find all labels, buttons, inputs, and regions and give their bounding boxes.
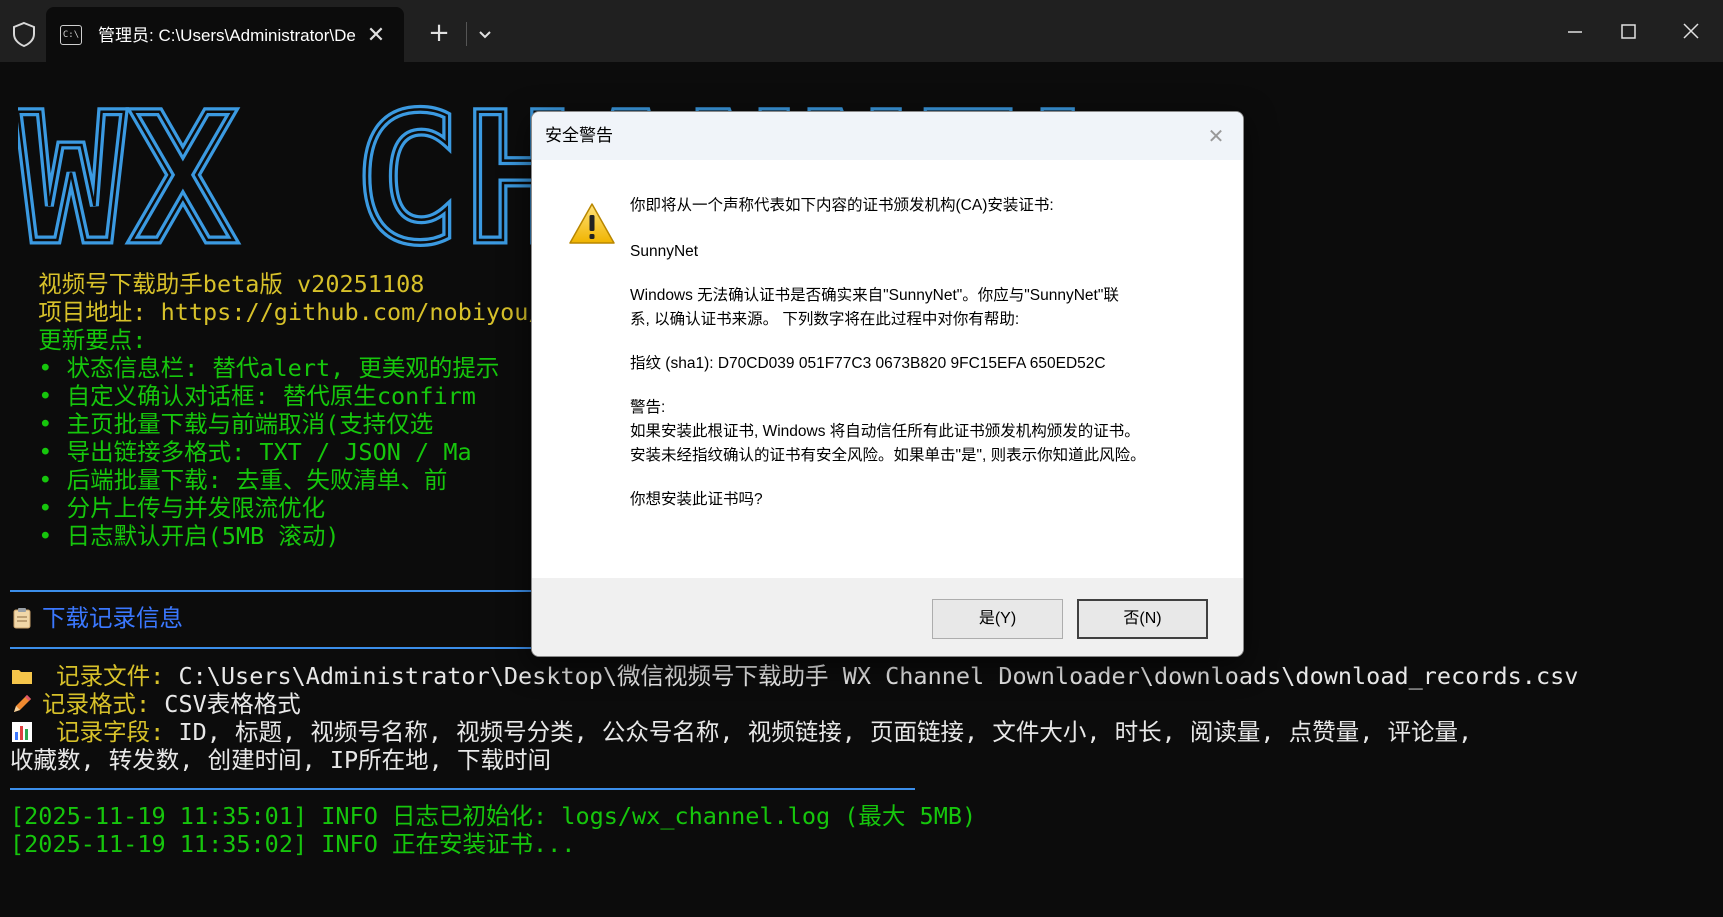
divider <box>10 788 915 790</box>
log-line: [2025-11-19 11:35:01] INFO 日志已初始化: logs/… <box>10 802 977 830</box>
update-item: • 后端批量下载: 去重、失败清单、前 <box>10 466 448 494</box>
record-file-path: C:\Users\Administrator\Desktop\微信视频号下载助手… <box>178 662 1579 690</box>
security-warning-dialog: 安全警告 ✕ 你即将从一个声称代表如下内容的证书颁发机构(CA)安装证书: Su… <box>531 111 1244 657</box>
warning-icon <box>569 203 615 244</box>
record-format-line: 记录格式: CSV表格格式 <box>10 690 301 718</box>
no-button[interactable]: 否(N) <box>1077 599 1208 639</box>
certificate-issuer: SunnyNet <box>630 243 699 260</box>
yes-button[interactable]: 是(Y) <box>932 599 1063 639</box>
dialog-footer: 是(Y) 否(N) <box>532 578 1243 656</box>
minimize-button[interactable] <box>1551 12 1597 52</box>
folder-icon <box>12 670 32 684</box>
maximize-button[interactable] <box>1605 12 1651 52</box>
tab-divider <box>466 22 467 46</box>
update-item: • 状态信息栏: 替代alert, 更美观的提示 <box>10 354 500 382</box>
update-item: • 分片上传与并发限流优化 <box>10 494 326 522</box>
dialog-title: 安全警告 <box>545 126 613 145</box>
record-file-label: 记录文件: <box>42 662 179 690</box>
verify-text-2: 系, 以确认证书来源。 下列数字将在此过程中对你有帮助: <box>630 311 1020 328</box>
records-heading-text: 下载记录信息 <box>42 604 183 632</box>
chevron-down-icon[interactable] <box>470 20 500 50</box>
verify-text-1: Windows 无法确认证书是否确实来自"SunnyNet"。你应与"Sunny… <box>630 287 1119 304</box>
update-heading: 更新要点: <box>10 326 147 354</box>
close-icon[interactable]: ✕ <box>362 22 390 50</box>
record-file-line: 记录文件: C:\Users\Administrator\Desktop\微信视… <box>10 662 1578 690</box>
log-line: [2025-11-19 11:35:02] INFO 正在安装证书... <box>10 830 576 858</box>
record-format-value: CSV表格格式 <box>164 690 301 718</box>
install-question: 你想安装此证书吗? <box>630 491 763 508</box>
clipboard-icon <box>13 608 31 629</box>
update-item: • 主页批量下载与前端取消(支持仅选 <box>10 410 434 438</box>
dialog-title-bar: 安全警告 ✕ <box>532 112 1243 160</box>
shield-icon <box>13 21 35 48</box>
records-heading: 下载记录信息 <box>10 604 183 632</box>
terminal-icon: C:\ <box>60 25 82 45</box>
dialog-body: 你即将从一个声称代表如下内容的证书颁发机构(CA)安装证书: SunnyNet … <box>532 160 1243 578</box>
pencil-icon <box>14 695 31 712</box>
update-item: • 导出链接多格式: TXT / JSON / Ma <box>10 438 472 466</box>
warning-text-2: 安装未经指纹确认的证书有安全风险。如果单击"是", 则表示你知道此风险。 <box>630 447 1146 464</box>
bar-chart-icon <box>12 722 32 742</box>
title-bar: C:\ 管理员: C:\Users\Administrator\Desktop\… <box>0 0 1723 62</box>
dialog-intro: 你即将从一个声称代表如下内容的证书颁发机构(CA)安装证书: <box>630 197 1054 214</box>
warning-text-1: 如果安装此根证书, Windows 将自动信任所有此证书颁发机构颁发的证书。 <box>630 423 1140 440</box>
record-fields-label: 记录字段: <box>42 718 179 746</box>
new-tab-button[interactable]: + <box>424 18 454 48</box>
record-fields-value: ID, 标题, 视频号名称, 视频号分类, 公众号名称, 视频链接, 页面链接,… <box>178 718 1473 746</box>
close-window-button[interactable] <box>1668 12 1714 52</box>
close-icon[interactable]: ✕ <box>1202 122 1230 150</box>
update-item: • 自定义确认对话框: 替代原生confirm <box>10 382 476 410</box>
update-item: • 日志默认开启(5MB 滚动) <box>10 522 340 550</box>
certificate-fingerprint: 指纹 (sha1): D70CD039 051F77C3 0673B820 9F… <box>630 355 1106 372</box>
record-fields-line: 记录字段: ID, 标题, 视频号名称, 视频号分类, 公众号名称, 视频链接,… <box>10 718 1472 746</box>
record-fields-continued: 收藏数, 转发数, 创建时间, IP所在地, 下载时间 <box>10 746 551 774</box>
app-version: 视频号下载助手beta版 v20251108 <box>10 270 425 298</box>
warning-label: 警告: <box>630 399 666 416</box>
record-format-label: 记录格式: <box>42 690 165 718</box>
tab-title: 管理员: C:\Users\Administrator\Desktop\微信视频… <box>98 26 356 45</box>
terminal-tab[interactable]: C:\ 管理员: C:\Users\Administrator\Desktop\… <box>46 7 404 62</box>
